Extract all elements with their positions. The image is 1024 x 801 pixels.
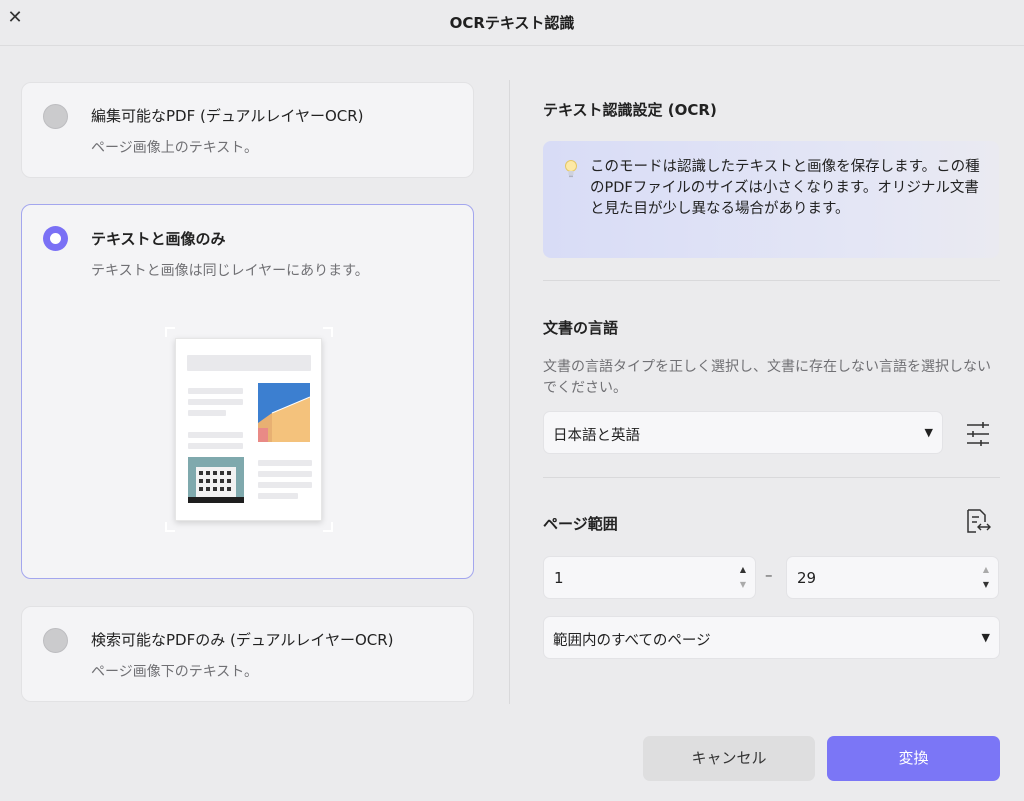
- language-select[interactable]: 日本語と英語 ▼: [543, 411, 943, 454]
- page-subset-select[interactable]: 範囲内のすべてのページ ▼: [543, 616, 1000, 659]
- sliders-icon[interactable]: [965, 421, 991, 447]
- page-swap-icon[interactable]: [964, 508, 992, 536]
- dialog-title: OCRテキスト認識: [449, 14, 575, 32]
- page-range-heading: ページ範囲: [543, 515, 618, 533]
- document-page: [175, 338, 322, 521]
- option-subtitle: テキストと画像は同じレイヤーにあります。: [91, 263, 369, 279]
- panel-divider: [509, 80, 510, 704]
- settings-heading: テキスト認識設定 (OCR): [543, 101, 717, 119]
- option-searchable-pdf[interactable]: 検索可能なPDFのみ (デュアルレイヤーOCR) ページ画像下のテキスト。: [21, 606, 474, 702]
- document-illustration: [165, 327, 333, 532]
- language-select-value: 日本語と英語: [553, 428, 640, 444]
- increment-icon[interactable]: ▲: [981, 565, 991, 575]
- info-text: このモードは認識したテキストと画像を保存します。この種のPDFファイルのサイズは…: [590, 159, 980, 217]
- page-to-value: 29: [797, 569, 817, 587]
- building-photo-1: [258, 383, 310, 442]
- option-subtitle: ページ画像下のテキスト。: [91, 664, 259, 680]
- title-bar: ✕ OCRテキスト認識: [0, 0, 1024, 46]
- option-title: 編集可能なPDF (デュアルレイヤーOCR): [91, 107, 364, 125]
- info-box: このモードは認識したテキストと画像を保存します。この種のPDFファイルのサイズは…: [543, 141, 999, 258]
- chevron-down-icon: ▼: [924, 426, 933, 439]
- page-from-input[interactable]: 1 ▲ ▼: [543, 556, 756, 599]
- building-photo-2: [188, 457, 244, 503]
- page-subset-value: 範囲内のすべてのページ: [553, 633, 711, 649]
- radio-editable-pdf[interactable]: [43, 104, 68, 129]
- language-heading: 文書の言語: [543, 319, 619, 337]
- option-title: 検索可能なPDFのみ (デュアルレイヤーOCR): [91, 631, 394, 649]
- option-title: テキストと画像のみ: [91, 230, 226, 248]
- radio-text-image-only[interactable]: [43, 226, 68, 251]
- divider: [543, 280, 1000, 281]
- radio-searchable-pdf[interactable]: [43, 628, 68, 653]
- page-to-input[interactable]: 29 ▲ ▼: [786, 556, 999, 599]
- page-from-value: 1: [554, 569, 564, 587]
- decrement-icon[interactable]: ▼: [738, 580, 748, 590]
- increment-icon[interactable]: ▲: [738, 565, 748, 575]
- chevron-down-icon: ▼: [981, 631, 990, 644]
- option-subtitle: ページ画像上のテキスト。: [91, 140, 259, 156]
- language-description: 文書の言語タイプを正しく選択し、文書に存在しない言語を選択しないでください。: [543, 359, 991, 396]
- range-separator: –: [765, 566, 773, 584]
- divider: [543, 477, 1000, 478]
- cancel-button[interactable]: キャンセル: [643, 736, 815, 781]
- option-text-image-only[interactable]: テキストと画像のみ テキストと画像は同じレイヤーにあります。: [21, 204, 474, 579]
- decrement-icon[interactable]: ▼: [981, 580, 991, 590]
- option-editable-pdf[interactable]: 編集可能なPDF (デュアルレイヤーOCR) ページ画像上のテキスト。: [21, 82, 474, 178]
- lightbulb-icon: [565, 160, 577, 178]
- convert-button[interactable]: 変換: [827, 736, 1000, 781]
